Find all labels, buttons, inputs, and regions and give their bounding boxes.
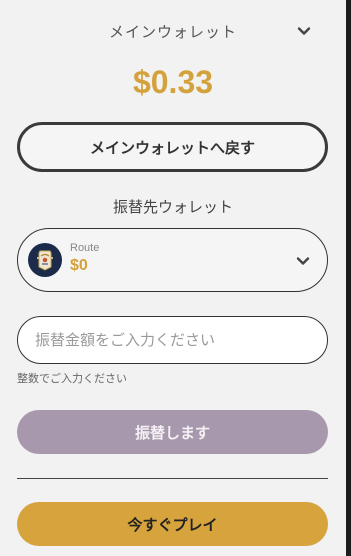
transfer-submit-button[interactable]: 振替します: [17, 410, 328, 454]
target-wallet-label: 振替先ウォレット: [112, 198, 233, 216]
target-wallet-name: Route: [70, 242, 100, 254]
return-to-main-wallet-button[interactable]: メインウォレットへ戻す: [17, 122, 328, 172]
play-now-button[interactable]: 今すぐプレイ: [17, 502, 328, 546]
wallet-title: メインウォレット: [108, 22, 237, 41]
chevron-down-icon[interactable]: [296, 23, 312, 39]
wallet-selector[interactable]: メインウォレット: [0, 14, 346, 48]
target-wallet-select[interactable]: Route $0: [17, 228, 328, 292]
background-edge: [346, 0, 351, 556]
target-wallet-balance: $0: [70, 257, 88, 274]
divider: [17, 478, 328, 479]
wallet-balance: $0.33: [132, 64, 214, 100]
amount-hint: 整数でご入力ください: [17, 372, 127, 385]
route-logo-icon: [28, 243, 62, 277]
wallet-panel: メインウォレット $0.33 メインウォレットへ戻す 振替先ウォレット Rout…: [0, 0, 346, 556]
chevron-down-icon[interactable]: [295, 253, 311, 269]
transfer-amount-input[interactable]: [17, 316, 328, 364]
route-logo-graphic: [36, 250, 54, 271]
